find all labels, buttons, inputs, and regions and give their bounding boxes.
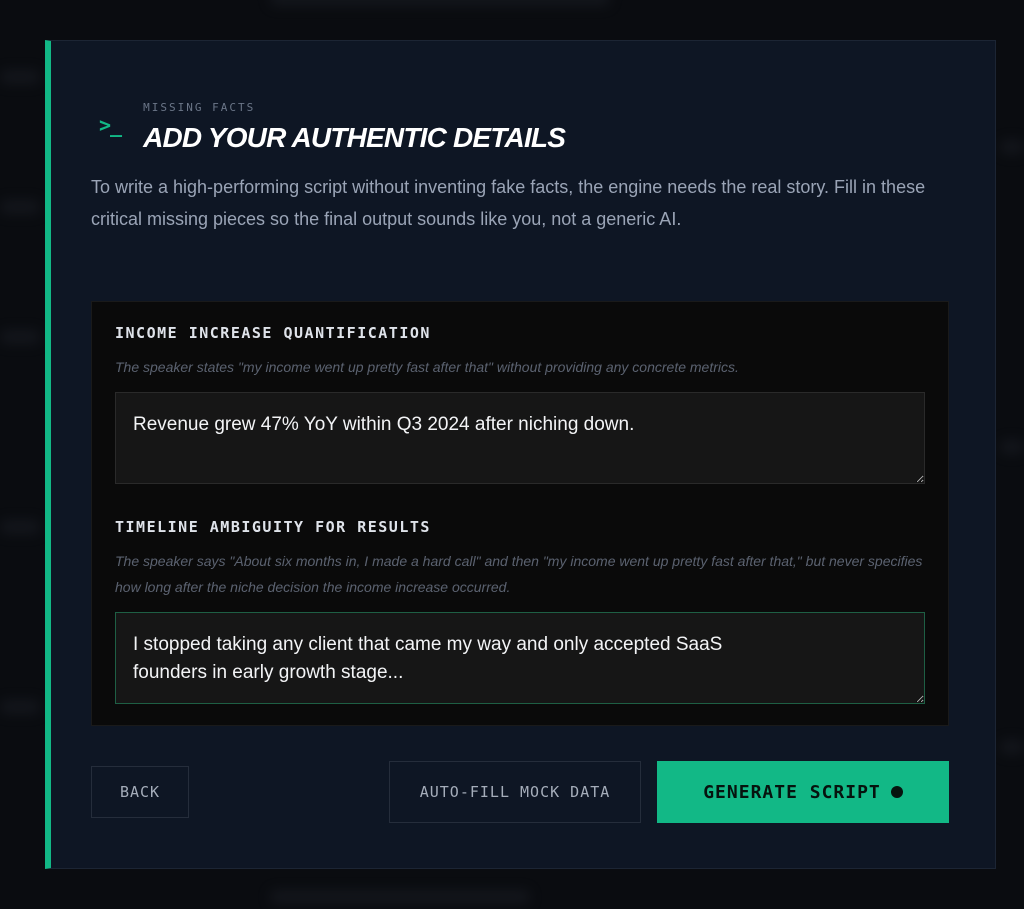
missing-facts-modal: >_ MISSING FACTS ADD YOUR AUTHENTIC DETA… bbox=[45, 40, 996, 869]
terminal-prompt-icon: >_ bbox=[99, 113, 122, 137]
fields-panel: INCOME INCREASE QUANTIFICATION The speak… bbox=[91, 301, 949, 726]
field-label: INCOME INCREASE QUANTIFICATION bbox=[115, 324, 431, 342]
blurred-background-bar bbox=[270, 0, 610, 6]
blurred-background-bar bbox=[270, 890, 530, 904]
header-text: MISSING FACTS ADD YOUR AUTHENTIC DETAILS bbox=[143, 101, 566, 154]
eyebrow-label: MISSING FACTS bbox=[143, 101, 256, 114]
blurred-background-bar bbox=[1000, 440, 1024, 454]
generate-script-button[interactable]: GENERATE SCRIPT bbox=[657, 761, 949, 823]
back-button-label: BACK bbox=[119, 783, 161, 801]
field-timeline-ambiguity: TIMELINE AMBIGUITY FOR RESULTS The speak… bbox=[115, 518, 925, 709]
intro-text: To write a high-performing script withou… bbox=[91, 177, 926, 229]
autofill-button-label: AUTO-FILL MOCK DATA bbox=[419, 783, 611, 801]
modal-title: ADD YOUR AUTHENTIC DETAILS bbox=[143, 122, 566, 153]
blurred-background-bar bbox=[1000, 140, 1024, 154]
blurred-background-bar bbox=[0, 330, 40, 344]
field-income-increase: INCOME INCREASE QUANTIFICATION The speak… bbox=[115, 324, 925, 489]
income-increase-input[interactable] bbox=[115, 392, 925, 484]
blurred-background-bar bbox=[0, 700, 40, 714]
autofill-mock-data-button[interactable]: AUTO-FILL MOCK DATA bbox=[389, 761, 641, 823]
modal-header: >_ MISSING FACTS ADD YOUR AUTHENTIC DETA… bbox=[99, 101, 566, 154]
status-dot-icon bbox=[890, 786, 903, 798]
blurred-background-bar bbox=[0, 520, 40, 534]
back-button[interactable]: BACK bbox=[91, 766, 189, 818]
field-label: TIMELINE AMBIGUITY FOR RESULTS bbox=[115, 518, 431, 536]
field-description: The speaker says "About six months in, I… bbox=[115, 553, 923, 595]
blurred-background-bar bbox=[0, 70, 40, 84]
field-description: The speaker states "my income went up pr… bbox=[115, 359, 739, 375]
timeline-ambiguity-input[interactable] bbox=[115, 612, 925, 704]
blurred-background-bar bbox=[0, 200, 40, 214]
generate-button-label: GENERATE SCRIPT bbox=[703, 781, 881, 803]
blurred-background-bar bbox=[1000, 740, 1024, 754]
